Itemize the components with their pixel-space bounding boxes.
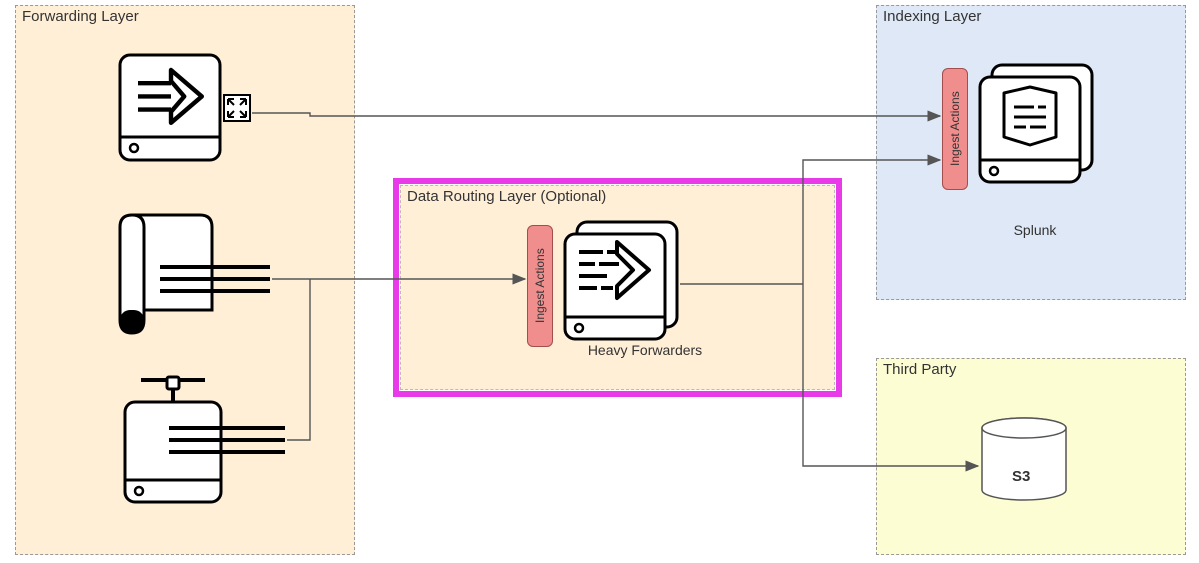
routing-ingest-label: Ingest Actions — [533, 249, 547, 324]
forwarding-layer-title: Forwarding Layer — [22, 8, 139, 25]
thirdparty-layer-title: Third Party — [883, 361, 956, 378]
indexing-layer-box: Indexing Layer — [876, 5, 1186, 300]
indexing-ingest-tag: Ingest Actions — [942, 68, 968, 190]
forwarding-layer-box: Forwarding Layer — [15, 5, 355, 555]
routing-layer-title: Data Routing Layer (Optional) — [407, 188, 606, 205]
thirdparty-layer-box: Third Party — [876, 358, 1186, 555]
splunk-label: Splunk — [990, 222, 1080, 238]
heavy-forwarders-label: Heavy Forwarders — [575, 342, 715, 358]
s3-label: S3 — [1012, 468, 1030, 485]
routing-layer-box: Data Routing Layer (Optional) — [400, 185, 835, 390]
indexing-ingest-label: Ingest Actions — [948, 92, 962, 167]
indexing-layer-title: Indexing Layer — [883, 8, 981, 25]
routing-ingest-tag: Ingest Actions — [527, 225, 553, 347]
